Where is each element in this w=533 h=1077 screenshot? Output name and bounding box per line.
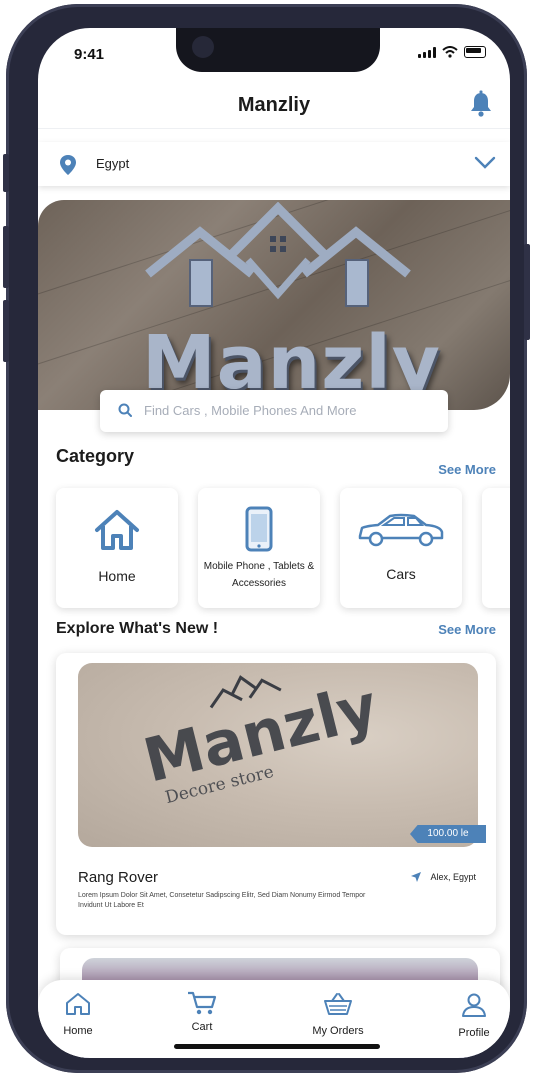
tab-cart[interactable]: Cart bbox=[182, 990, 222, 1033]
category-card-home[interactable]: Home bbox=[56, 488, 178, 608]
volume-down-button bbox=[3, 300, 9, 362]
explore-see-more-link[interactable]: See More bbox=[438, 622, 496, 637]
explore-title: Explore What's New ! bbox=[56, 620, 219, 637]
home-icon bbox=[66, 993, 90, 1015]
product-location: Alex, Egypt bbox=[410, 871, 476, 883]
camera-icon bbox=[192, 36, 214, 58]
notch bbox=[176, 28, 380, 72]
status-time: 9:41 bbox=[74, 46, 105, 63]
category-see-more-link[interactable]: See More bbox=[438, 462, 496, 477]
app-screen: 9:41 Manzliy Egypt Manzly Find Cars , Mo… bbox=[38, 28, 510, 1058]
chevron-down-icon[interactable] bbox=[474, 156, 496, 170]
product-card[interactable]: Manzly Decore store 100.00 le Rang Rover… bbox=[56, 653, 496, 935]
notification-bell-icon[interactable] bbox=[468, 90, 494, 118]
category-card-cars[interactable]: Cars bbox=[340, 488, 462, 608]
product-location-text: Alex, Egypt bbox=[430, 872, 476, 882]
category-label: Mobile Phone , Tablets & Accessories bbox=[203, 561, 315, 589]
category-card-partial[interactable] bbox=[482, 488, 510, 608]
mute-switch bbox=[3, 154, 9, 192]
car-icon bbox=[358, 513, 444, 547]
promo-banner[interactable]: Manzly bbox=[38, 200, 510, 410]
home-indicator bbox=[174, 1044, 380, 1049]
cart-icon bbox=[188, 991, 217, 1015]
tab-my-orders[interactable]: My Orders bbox=[306, 992, 370, 1037]
power-button bbox=[524, 244, 530, 340]
location-pin-icon bbox=[60, 155, 76, 175]
phone-frame: 9:41 Manzliy Egypt Manzly Find Cars , Mo… bbox=[3, 4, 530, 1073]
app-header: Manzliy bbox=[38, 82, 510, 129]
tab-label: My Orders bbox=[312, 1025, 364, 1037]
category-card-mobile[interactable]: Mobile Phone , Tablets & Accessories bbox=[198, 488, 320, 608]
tab-label: Profile bbox=[458, 1027, 490, 1039]
user-icon bbox=[462, 993, 486, 1017]
search-bar[interactable]: Find Cars , Mobile Phones And More bbox=[100, 390, 448, 432]
product-image: Manzly Decore store bbox=[78, 663, 478, 847]
category-title: Category bbox=[56, 446, 135, 466]
navigation-arrow-icon bbox=[411, 872, 422, 882]
product-name: Rang Rover bbox=[78, 869, 159, 886]
category-label: Cars bbox=[386, 566, 416, 582]
status-icons bbox=[418, 46, 486, 58]
product-description: Lorem Ipsum Dolor Sit Amet, Consetetur S… bbox=[78, 892, 366, 909]
tab-label: Cart bbox=[191, 1021, 213, 1033]
basket-icon bbox=[324, 993, 352, 1015]
signal-icon bbox=[418, 46, 436, 58]
tab-home[interactable]: Home bbox=[60, 992, 96, 1037]
tab-label: Home bbox=[63, 1025, 93, 1037]
wifi-icon bbox=[442, 46, 458, 58]
category-label: Home bbox=[98, 568, 136, 584]
battery-icon bbox=[464, 46, 486, 58]
volume-up-button bbox=[3, 226, 9, 288]
price-tag: 100.00 le bbox=[410, 825, 486, 843]
search-placeholder: Find Cars , Mobile Phones And More bbox=[144, 403, 357, 418]
house-roofs-logo-icon bbox=[145, 202, 411, 307]
house-icon bbox=[95, 510, 139, 550]
smartphone-icon bbox=[245, 506, 273, 552]
location-value: Egypt bbox=[96, 156, 130, 171]
location-selector[interactable]: Egypt bbox=[38, 142, 510, 186]
tab-profile[interactable]: Profile bbox=[454, 992, 494, 1039]
search-icon bbox=[118, 403, 132, 417]
app-title: Manzliy bbox=[237, 94, 311, 116]
